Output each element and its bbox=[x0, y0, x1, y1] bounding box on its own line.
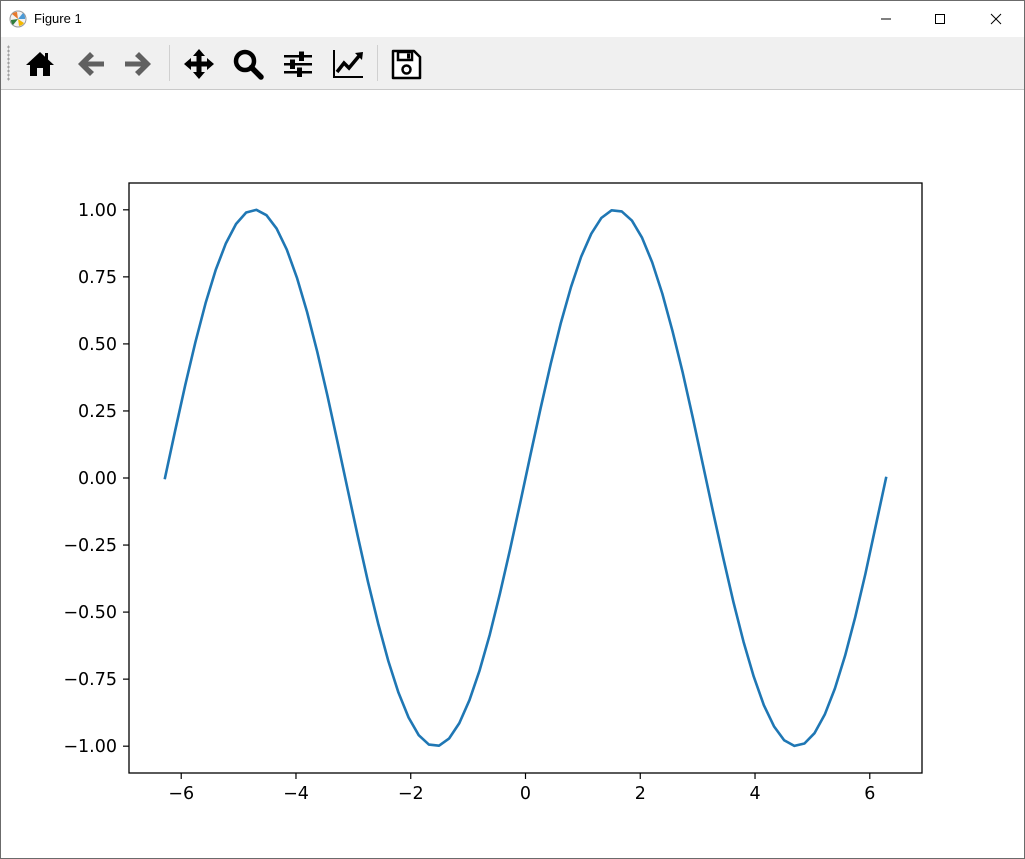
x-tick-label: 0 bbox=[520, 784, 531, 804]
subplots-button[interactable] bbox=[279, 45, 317, 83]
y-tick-label: −1.00 bbox=[63, 737, 117, 757]
y-tick-label: 0.00 bbox=[78, 469, 117, 489]
line-chart[interactable]: −6 −4 −2 0 2 4 6 1.00 0.75 0.50 0.25 0.00 −0.25 −0.5… bbox=[1, 90, 1024, 858]
sliders-icon bbox=[284, 51, 312, 77]
x-tick-label: 2 bbox=[635, 784, 646, 804]
magnifier-icon bbox=[233, 49, 264, 80]
maximize-button[interactable] bbox=[917, 1, 963, 37]
y-tick-label: 1.00 bbox=[78, 201, 117, 221]
y-axis: 1.00 0.75 0.50 0.25 0.00 −0.25 −0.50 −0.75 −1.00 bbox=[63, 201, 129, 757]
y-tick-label: −0.50 bbox=[63, 603, 117, 623]
arrow-left-icon bbox=[78, 52, 104, 76]
arrow-right-icon bbox=[125, 52, 151, 76]
toolbar-separator bbox=[377, 45, 378, 81]
maximize-icon bbox=[935, 14, 945, 24]
zoom-button[interactable] bbox=[229, 45, 267, 83]
y-tick-label: 0.25 bbox=[78, 402, 117, 422]
back-button[interactable] bbox=[72, 45, 110, 83]
y-tick-label: −0.75 bbox=[63, 670, 117, 690]
y-tick-label: 0.50 bbox=[78, 335, 117, 355]
figure-canvas[interactable]: −6 −4 −2 0 2 4 6 1.00 0.75 0.50 0.25 0.00 −0.25 −0.5… bbox=[1, 90, 1024, 858]
x-tick-label: −4 bbox=[283, 784, 309, 804]
move-icon bbox=[184, 49, 214, 79]
close-button[interactable] bbox=[973, 1, 1019, 37]
x-tick-label: −2 bbox=[398, 784, 424, 804]
x-tick-label: 4 bbox=[749, 784, 760, 804]
x-axis: −6 −4 −2 0 2 4 6 bbox=[168, 773, 875, 804]
minimize-button[interactable] bbox=[863, 1, 909, 37]
floppy-disk-icon bbox=[391, 49, 422, 80]
forward-button[interactable] bbox=[119, 45, 157, 83]
x-tick-label: 6 bbox=[864, 784, 875, 804]
home-button[interactable] bbox=[21, 45, 59, 83]
title-bar[interactable]: Figure 1 bbox=[1, 1, 1024, 37]
series-line bbox=[163, 208, 888, 748]
save-button[interactable] bbox=[387, 45, 425, 83]
toolbar-separator bbox=[169, 45, 170, 81]
navigation-toolbar bbox=[1, 37, 1024, 90]
home-icon bbox=[26, 52, 54, 76]
close-icon bbox=[990, 13, 1002, 25]
customize-button[interactable] bbox=[328, 45, 366, 83]
minimize-icon bbox=[881, 18, 891, 20]
pan-button[interactable] bbox=[180, 45, 218, 83]
toolbar-grip[interactable] bbox=[7, 45, 10, 81]
figure-window: Figure 1 −6 −4 −2 0 2 4 6 1.00 0.75 0.50… bbox=[0, 0, 1025, 859]
window-title: Figure 1 bbox=[34, 11, 82, 26]
line-chart-icon bbox=[333, 50, 363, 78]
x-tick-label: −6 bbox=[168, 784, 194, 804]
y-tick-label: −0.25 bbox=[63, 536, 117, 556]
matplotlib-logo-icon bbox=[9, 10, 27, 28]
y-tick-label: 0.75 bbox=[78, 268, 117, 288]
